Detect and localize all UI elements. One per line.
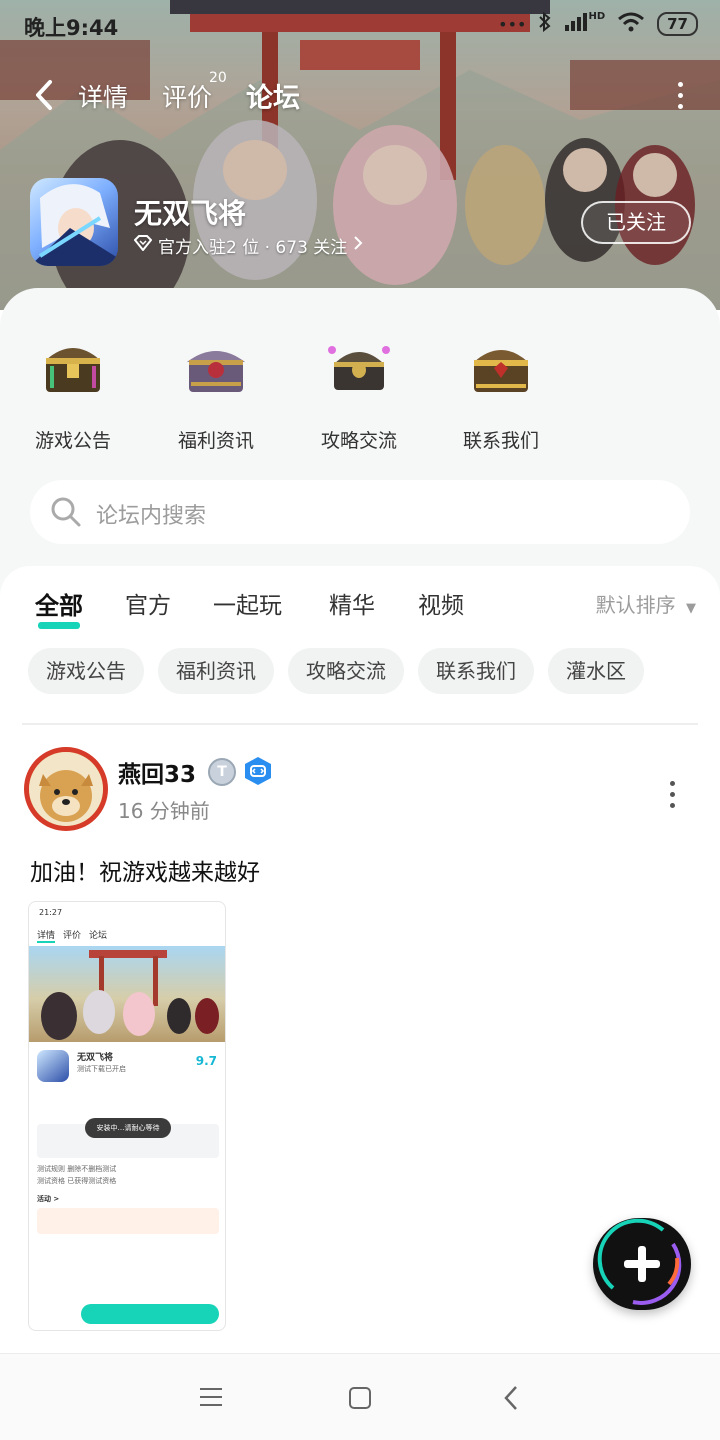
sort-label: 默认排序: [595, 593, 676, 617]
more-vertical-icon[interactable]: [676, 82, 684, 110]
menu-icon[interactable]: [200, 1388, 222, 1412]
gold-chest-icon: [38, 336, 108, 398]
post-author[interactable]: 燕回33: [118, 755, 196, 789]
tab-forum[interactable]: 论坛: [246, 76, 300, 115]
post-time: 16 分钟前: [118, 799, 210, 823]
thumb-toast: 安装中…请耐心等待: [85, 1118, 171, 1138]
review-count: 20: [209, 70, 227, 86]
shortcut-announcements[interactable]: 游戏公告: [18, 328, 128, 453]
avatar[interactable]: [24, 747, 108, 831]
shortcut-label: 游戏公告: [34, 430, 111, 452]
home-icon[interactable]: [349, 1387, 371, 1409]
thumb-banner: [29, 946, 225, 1042]
thumb-nav-item: 详情: [37, 928, 56, 943]
thumb-game-name: 无双飞将: [77, 1053, 114, 1063]
thumb-nav: 详情 评价 论坛: [37, 928, 107, 943]
game-title: 无双飞将: [134, 197, 247, 230]
divider: [22, 723, 698, 725]
chip-chat[interactable]: 灌水区: [548, 648, 644, 694]
signal-dots-icon: •••: [498, 14, 527, 34]
post-text: 加油！祝游戏越来越好: [30, 860, 260, 886]
shortcut-contact[interactable]: 联系我们: [446, 328, 556, 453]
post-image[interactable]: 21:27 详情 评价 论坛 无双飞将 测试下载已开启 9.7 安装中…请耐心等…: [28, 901, 226, 1331]
system-nav-bar: [0, 1353, 720, 1440]
thumb-action-bar: [81, 1304, 219, 1324]
thumb-row: 测试资格 已获得测试资格: [37, 1177, 117, 1185]
thumb-nav-item: 论坛: [89, 931, 108, 941]
shortcut-benefits[interactable]: 福利资讯: [161, 328, 271, 453]
purple-chest-icon: [181, 336, 251, 398]
category-chips: 游戏公告 福利资讯 攻略交流 联系我们 灌水区: [28, 648, 644, 694]
shortcut-label: 福利资讯: [177, 430, 254, 452]
shortcut-label: 攻略交流: [320, 430, 397, 452]
thumb-nav-item: 评价: [63, 931, 82, 941]
chip-benefits[interactable]: 福利资讯: [158, 648, 274, 694]
diamond-icon: [133, 235, 153, 256]
chip-guides[interactable]: 攻略交流: [288, 648, 404, 694]
tab-detail[interactable]: 详情: [78, 78, 128, 114]
shortcut-guides[interactable]: 攻略交流: [304, 328, 414, 453]
chip-announcements[interactable]: 游戏公告: [28, 648, 144, 694]
thumb-row: 测试规则 删除不删档测试: [37, 1165, 117, 1173]
follow-button[interactable]: 已关注: [581, 201, 691, 244]
top-nav: 详情 评价 20 论坛: [0, 70, 720, 120]
treasure-chest-icon: [466, 336, 536, 398]
bluetooth-icon: [538, 11, 552, 36]
signal-icon: [564, 12, 588, 36]
tab-all[interactable]: 全部: [35, 586, 83, 629]
status-time: 晚上9:44: [24, 16, 119, 40]
wifi-icon: [617, 12, 645, 36]
search-input[interactable]: 论坛内搜索: [96, 498, 206, 530]
thumb-subtitle: 测试下载已开启: [77, 1065, 126, 1073]
forum-card: 游戏公告 福利资讯 攻略交流 联系我们 论坛内搜索 全部 官方 一起玩 精华 视…: [0, 288, 720, 1356]
thumb-status-time: 21:27: [39, 908, 63, 917]
chip-contact[interactable]: 联系我们: [418, 648, 534, 694]
new-post-button[interactable]: [593, 1218, 691, 1310]
status-icons: ••• HD 77: [498, 10, 698, 36]
developer-badge-icon: [243, 756, 273, 786]
tab-official[interactable]: 官方: [125, 586, 171, 620]
feed-tabs: 全部 官方 一起玩 精华 视频 默认排序 ▼: [0, 586, 720, 636]
game-icon[interactable]: [30, 178, 118, 266]
post-more-icon[interactable]: [670, 781, 676, 814]
back-icon[interactable]: [502, 1385, 520, 1411]
shortcut-label: 联系我们: [462, 430, 539, 452]
caret-down-icon: ▼: [686, 601, 696, 616]
level-badge-icon: T: [208, 758, 236, 786]
search-bar[interactable]: 论坛内搜索: [30, 480, 690, 544]
battery-indicator: 77: [657, 12, 698, 36]
tab-video[interactable]: 视频: [418, 586, 464, 620]
game-meta[interactable]: 官方入驻2 位 · 673 关注: [133, 233, 363, 258]
chevron-right-icon: [353, 235, 363, 256]
tab-featured[interactable]: 精华: [329, 586, 375, 620]
back-arrow-icon[interactable]: [32, 78, 56, 112]
game-meta-text: 官方入驻2 位 · 673 关注: [158, 238, 348, 258]
thumb-score: 9.7: [195, 1054, 217, 1068]
dark-chest-icon: [324, 336, 394, 398]
thumb-game-icon: [37, 1050, 69, 1082]
hd-label: HD: [588, 10, 606, 22]
tab-review[interactable]: 评价: [162, 78, 212, 114]
thumb-promo: [37, 1208, 219, 1234]
thumb-activity: 活动 >: [37, 1195, 60, 1203]
shortcut-grid: 游戏公告 福利资讯 攻略交流 联系我们: [0, 328, 720, 458]
tab-play-together[interactable]: 一起玩: [213, 586, 282, 620]
search-icon: [50, 496, 82, 528]
sort-dropdown[interactable]: 默认排序 ▼: [596, 589, 696, 618]
status-bar: 晚上9:44 ••• HD 77: [0, 0, 720, 50]
